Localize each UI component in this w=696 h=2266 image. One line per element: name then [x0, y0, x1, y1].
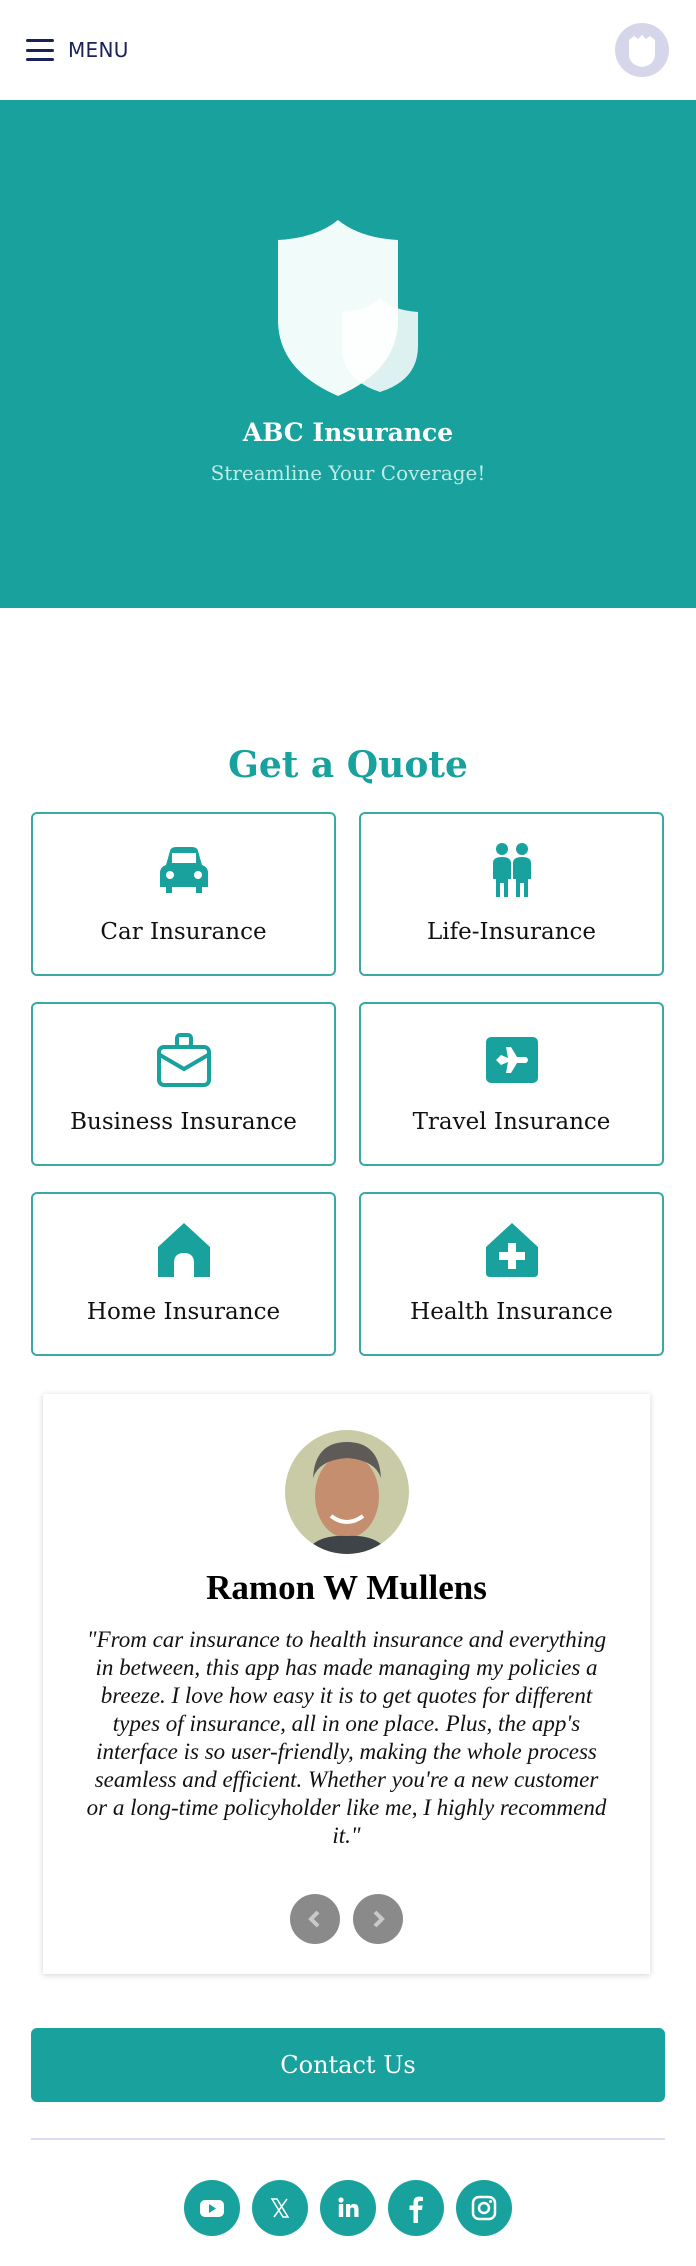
- social-links: [0, 2180, 696, 2266]
- card-label: Car Insurance: [100, 919, 267, 945]
- airplane-icon: [485, 1037, 538, 1083]
- testimonial-card: Ramon W Mullens "From car insurance to h…: [43, 1394, 650, 1974]
- divider: [31, 2138, 665, 2140]
- linkedin-link[interactable]: [320, 2180, 376, 2236]
- insurance-options-grid: Car Insurance Life-Insurance Business In…: [0, 812, 696, 1356]
- person-photo-icon: [284, 1430, 409, 1554]
- testimonial-quote: "From car insurance to health insurance …: [86, 1627, 607, 1848]
- menu-button[interactable]: MENU: [26, 38, 129, 62]
- chevron-right-icon: [373, 1910, 385, 1928]
- health-insurance-card[interactable]: Health Insurance: [359, 1192, 664, 1356]
- linkedin-icon: [338, 2197, 359, 2217]
- section-title: Get a Quote: [228, 744, 468, 786]
- card-label: Home Insurance: [86, 1299, 281, 1325]
- home-icon: [157, 1223, 210, 1277]
- card-label: Business Insurance: [70, 1109, 297, 1135]
- shield-logo-icon: [278, 220, 418, 396]
- travel-insurance-card[interactable]: Travel Insurance: [359, 1002, 664, 1166]
- instagram-icon: [471, 2195, 497, 2221]
- profile-avatar-icon: [615, 23, 669, 77]
- card-label: Travel Insurance: [412, 1109, 611, 1135]
- life-insurance-card[interactable]: Life-Insurance: [359, 812, 664, 976]
- x-link[interactable]: [252, 2180, 308, 2236]
- chevron-left-icon: [308, 1910, 320, 1928]
- home-insurance-card[interactable]: Home Insurance: [31, 1192, 336, 1356]
- app-tagline: Streamline Your Coverage!: [210, 461, 486, 485]
- instagram-link[interactable]: [456, 2180, 512, 2236]
- car-icon: [159, 847, 208, 893]
- business-insurance-card[interactable]: Business Insurance: [31, 1002, 336, 1166]
- app-header: MENU: [0, 0, 696, 100]
- hero-banner: ABC Insurance Streamline Your Coverage!: [0, 100, 696, 608]
- facebook-link[interactable]: [388, 2180, 444, 2236]
- contact-us-button[interactable]: Contact Us: [31, 2028, 665, 2102]
- menu-label: MENU: [68, 38, 129, 62]
- x-icon: [270, 2198, 290, 2218]
- youtube-link[interactable]: [184, 2180, 240, 2236]
- card-label: Health Insurance: [410, 1299, 613, 1325]
- previous-button[interactable]: [290, 1894, 340, 1944]
- briefcase-icon: [156, 1033, 211, 1087]
- profile-avatar-button[interactable]: [614, 22, 670, 78]
- testimonial-name: Ramon W Mullens: [206, 1568, 487, 1607]
- testimonial-avatar: [284, 1430, 409, 1554]
- facebook-icon: [409, 2196, 423, 2223]
- youtube-icon: [200, 2200, 224, 2217]
- testimonial-nav: [290, 1894, 403, 1944]
- people-icon: [492, 843, 531, 897]
- card-label: Life-Insurance: [426, 919, 597, 945]
- next-button[interactable]: [353, 1894, 403, 1944]
- app-title: ABC Insurance: [242, 418, 454, 447]
- medical-home-icon: [485, 1223, 538, 1277]
- hamburger-icon: [26, 39, 54, 61]
- car-insurance-card[interactable]: Car Insurance: [31, 812, 336, 976]
